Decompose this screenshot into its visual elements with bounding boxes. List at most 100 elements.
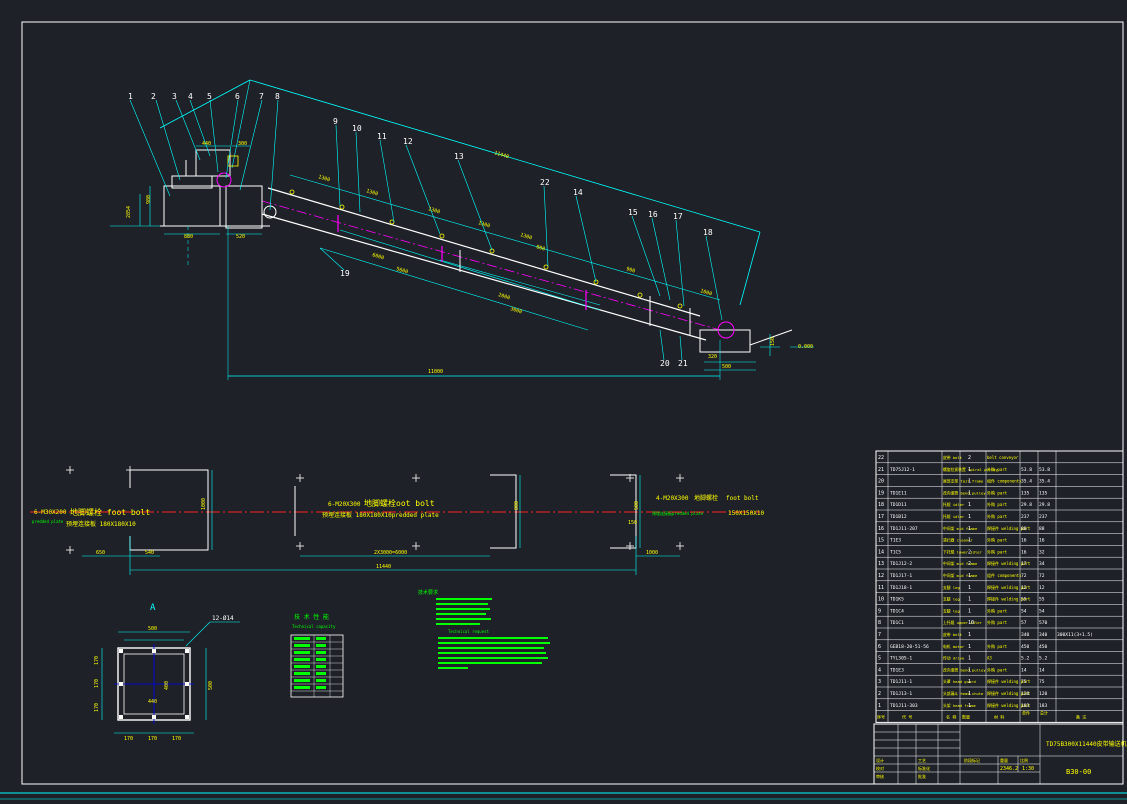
parts-row-no: 19 — [878, 490, 884, 496]
parts-row-total-weight: 54 — [1039, 608, 1045, 614]
part-number-label: 20 — [660, 359, 670, 368]
parts-row-no: 1 — [878, 703, 881, 709]
parts-header-name: 名 称 — [946, 714, 956, 720]
dim-text: 500 — [148, 626, 157, 632]
parts-row-code: TD1J11-1 — [890, 679, 912, 685]
parts-row-total-weight: 29.8 — [1039, 502, 1050, 508]
parts-row-total-weight: 88 — [1039, 526, 1045, 532]
parts-row-material: 外购 part — [987, 466, 1008, 472]
mid-plate: 预埋连接板 180X180X10predded plate — [322, 511, 439, 519]
part-number-label: 15 — [628, 208, 638, 217]
parts-row-unit-weight: 5.2 — [1021, 656, 1030, 662]
parts-row-unit-weight: 237 — [1021, 514, 1030, 520]
parts-row-qty: 1 — [968, 573, 971, 579]
right-bolt-label: 地脚螺栓 — [694, 494, 718, 502]
parts-row-qty: 1 — [968, 526, 971, 532]
parts-row-total-weight: 12 — [1039, 585, 1045, 591]
part-number-label: 1 — [128, 92, 133, 101]
dim-text: 170 — [172, 736, 181, 742]
dim-text: 500 — [722, 364, 731, 370]
dim-text: 170 — [94, 679, 100, 688]
left-plate-en: predded plate — [32, 519, 64, 524]
parts-row-qty: 1 — [968, 691, 971, 697]
parts-row-qty: 1 — [968, 679, 971, 685]
parts-row-no: 21 — [878, 467, 884, 473]
parts-row-total-weight: 16 — [1039, 538, 1045, 544]
title-block-label: 标准化 — [918, 765, 930, 771]
parts-row-name: 托辊 idler — [943, 514, 965, 519]
parts-row-total-weight: 5.2 — [1039, 656, 1048, 662]
dim-text: 150 — [770, 337, 776, 346]
part-number-label: 18 — [703, 228, 713, 237]
parts-row-material: 外购 part — [987, 619, 1008, 625]
parts-row-code: TYL305-1 — [890, 656, 912, 662]
parts-row-no: 4 — [878, 667, 881, 673]
parts-row-unit-weight: 88 — [1021, 526, 1027, 532]
parts-row-code: TD75J12-1 — [890, 467, 915, 473]
parts-row-name: 传动 drive — [943, 656, 965, 661]
part-number-label: 10 — [352, 124, 362, 133]
part-number-label: 3 — [172, 92, 177, 101]
right-plate-cn: 预埋连接板 — [652, 510, 672, 516]
parts-row-code: TD1E3 — [890, 667, 904, 673]
title-block-label: 批准 — [918, 773, 926, 779]
parts-row-material: 外购 part — [987, 548, 1008, 554]
parts-row-code: TD1E11 — [890, 490, 907, 496]
dim-text: 320 — [708, 354, 717, 360]
parts-header-qty: 数量 — [962, 714, 970, 720]
parts-row-code: TD1K5 — [890, 597, 904, 603]
parts-row-unit-weight: 12 — [1021, 585, 1027, 591]
title-block-label: 审核 — [876, 773, 884, 779]
part-number-label: 12 — [403, 137, 413, 146]
parts-row-no: 15 — [878, 538, 884, 544]
parts-row-total-weight: 72 — [1039, 573, 1045, 579]
drawing-number: B30-00 — [1066, 768, 1091, 776]
left-bolt-spec: 6-M30X200 — [34, 509, 67, 516]
parts-row-unit-weight: 72 — [1021, 573, 1027, 579]
parts-row-qty: 1 — [968, 667, 971, 673]
dim-text: 520 — [236, 234, 245, 240]
parts-row-total-weight: 53.8 — [1039, 467, 1050, 473]
parts-header-note: 备 注 — [1076, 714, 1086, 720]
right-bolt-label-en: foot bolt — [726, 495, 759, 502]
parts-row-qty: 2 — [968, 549, 971, 555]
dim-text: 170 — [124, 736, 133, 742]
parts-row-note: 300X11(3+1.5) — [1057, 632, 1093, 638]
tech-req-title: 技术要求 — [418, 589, 438, 596]
parts-row-name: 皮带 belt — [943, 632, 962, 637]
parts-row-unit-weight: 340 — [1021, 632, 1030, 638]
parts-row-material: A3 — [987, 656, 992, 661]
mid-bolt-label: 地脚螺栓oot bolt — [364, 498, 435, 508]
part-number-label: 5 — [207, 92, 212, 101]
parts-row-name: 尾部支架 tail frame — [943, 479, 984, 484]
parts-row-code: TD1D11 — [890, 502, 907, 508]
parts-row-material: 外购 part — [987, 666, 1008, 672]
parts-row-code: TD1J18-1 — [890, 585, 912, 591]
parts-row-no: 14 — [878, 549, 884, 555]
parts-row-total-weight: 75 — [1039, 679, 1045, 685]
part-number-label: 2 — [151, 92, 156, 101]
parts-row-name: 皮带 belt — [943, 455, 962, 460]
parts-row-name: 中间架 mid frame — [943, 573, 978, 578]
parts-row-qty: 1 — [968, 703, 971, 709]
drawing-title: TD75B300X11440皮带输送机 — [1046, 740, 1127, 748]
parts-row-no: 9 — [878, 608, 881, 614]
right-plate-en: predded plate — [672, 511, 704, 516]
part-number-label: 21 — [678, 359, 688, 368]
parts-row-unit-weight: 35.4 — [1021, 479, 1032, 485]
parts-row-material: 外购 part — [987, 537, 1008, 543]
parts-row-total-weight: 135 — [1039, 490, 1048, 496]
parts-row-no: 11 — [878, 585, 884, 591]
parts-row-total-weight: 55 — [1039, 597, 1045, 603]
parts-row-material: 外购 part — [987, 501, 1008, 507]
parts-row-total-weight: 35.4 — [1039, 479, 1050, 485]
parts-row-total-weight: 237 — [1039, 514, 1048, 520]
part-number-label: 14 — [573, 188, 583, 197]
parts-row-unit-weight: 16 — [1021, 538, 1027, 544]
parts-row-code: TD1C4 — [890, 608, 904, 614]
title-block-label: 工艺 — [918, 758, 926, 763]
dim-text: 1000 — [201, 498, 207, 510]
left-bolt-label: 地脚螺栓 foot bolt — [70, 507, 150, 517]
parts-row-qty: 1 — [968, 467, 971, 473]
part-number-label: 16 — [648, 210, 658, 219]
